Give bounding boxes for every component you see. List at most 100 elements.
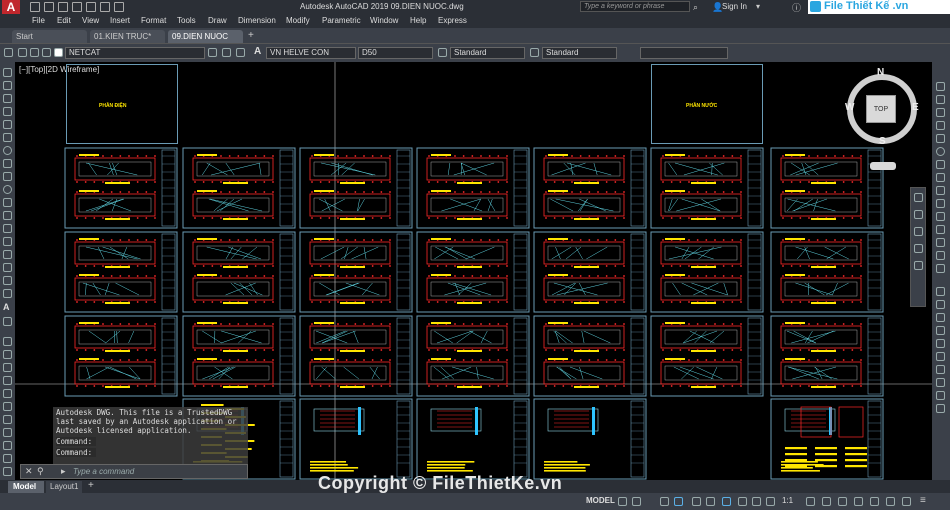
construction-line-icon[interactable] bbox=[3, 81, 12, 90]
mtext-icon[interactable]: A bbox=[3, 302, 10, 312]
wcs-menu[interactable] bbox=[870, 162, 896, 170]
tab-kien-truc[interactable]: 01.KIEN TRUC* bbox=[90, 30, 165, 43]
new-tab-icon[interactable]: + bbox=[248, 30, 254, 41]
table-icon[interactable] bbox=[3, 289, 12, 298]
layer-dropdown[interactable]: NETCAT bbox=[65, 47, 205, 59]
snap-settings-icon[interactable] bbox=[936, 264, 945, 273]
ellipse-icon[interactable] bbox=[3, 185, 12, 194]
dim-linear-icon[interactable] bbox=[936, 287, 945, 296]
spline-icon[interactable] bbox=[3, 172, 12, 181]
snap-extension-icon[interactable] bbox=[936, 134, 945, 143]
offset-icon[interactable] bbox=[3, 376, 12, 385]
arc-icon[interactable] bbox=[3, 133, 12, 142]
annotation-scale[interactable]: 1:1 bbox=[782, 496, 793, 507]
menu-dimension[interactable]: Dimension bbox=[238, 16, 276, 25]
stretch-icon[interactable] bbox=[3, 441, 12, 450]
polygon-icon[interactable] bbox=[3, 107, 12, 116]
zoom-icon[interactable] bbox=[914, 227, 923, 236]
lineweight-icon[interactable] bbox=[738, 497, 747, 506]
polyline-icon[interactable] bbox=[3, 94, 12, 103]
hardware-acceleration-icon[interactable] bbox=[886, 497, 895, 506]
clean-screen-icon[interactable] bbox=[902, 497, 911, 506]
menu-edit[interactable]: Edit bbox=[57, 16, 71, 25]
layer-previous-icon[interactable] bbox=[222, 48, 231, 57]
annotation-monitor-icon[interactable] bbox=[822, 497, 831, 506]
menu-parametric[interactable]: Parametric bbox=[322, 16, 361, 25]
autocad-logo-icon[interactable]: A bbox=[2, 0, 20, 14]
snap-quadrant-icon[interactable] bbox=[936, 160, 945, 169]
make-block-icon[interactable] bbox=[3, 224, 12, 233]
help-icon[interactable]: ⓘ bbox=[792, 1, 801, 14]
plot-icon[interactable] bbox=[86, 2, 96, 12]
snap-insert-icon[interactable] bbox=[936, 212, 945, 221]
redo-icon[interactable] bbox=[114, 2, 124, 12]
search-input[interactable]: Type a keyword or phrase bbox=[580, 1, 690, 12]
sign-in-link[interactable]: Sign In bbox=[722, 2, 747, 11]
ellipse-arc-icon[interactable] bbox=[3, 198, 12, 207]
dim-style-dropdown[interactable]: D50 bbox=[358, 47, 433, 59]
orbit-icon[interactable] bbox=[914, 244, 923, 253]
customize-icon[interactable]: ⚲ bbox=[37, 466, 44, 477]
extend-icon[interactable] bbox=[3, 467, 12, 476]
erase-icon[interactable] bbox=[3, 337, 12, 346]
line-icon[interactable] bbox=[3, 68, 12, 77]
menu-draw[interactable]: Draw bbox=[208, 16, 227, 25]
dim-aligned-icon[interactable] bbox=[936, 300, 945, 309]
snap-intersection-icon[interactable] bbox=[936, 108, 945, 117]
dim-arc-icon[interactable] bbox=[936, 313, 945, 322]
otrack-icon[interactable] bbox=[706, 497, 715, 506]
isodraft-icon[interactable] bbox=[692, 497, 701, 506]
steering-wheel-icon[interactable] bbox=[914, 193, 923, 202]
pan-icon[interactable] bbox=[914, 210, 923, 219]
menu-format[interactable]: Format bbox=[141, 16, 166, 25]
grid-icon[interactable] bbox=[618, 497, 627, 506]
units-icon[interactable] bbox=[838, 497, 847, 506]
annotation-visibility-icon[interactable] bbox=[766, 497, 775, 506]
polar-icon[interactable] bbox=[674, 497, 683, 506]
menu-express[interactable]: Express bbox=[438, 16, 467, 25]
sun-icon[interactable] bbox=[30, 48, 39, 57]
close-icon[interactable]: ✕ bbox=[25, 466, 33, 477]
quick-properties-icon[interactable] bbox=[854, 497, 863, 506]
dim-baseline-icon[interactable] bbox=[936, 378, 945, 387]
snap-none-icon[interactable] bbox=[936, 251, 945, 260]
gradient-icon[interactable] bbox=[3, 263, 12, 272]
new-icon[interactable] bbox=[30, 2, 40, 12]
layer-state-icon[interactable] bbox=[236, 48, 245, 57]
command-input[interactable]: Type a command bbox=[73, 467, 134, 476]
transparency-icon[interactable] bbox=[752, 497, 761, 506]
tab-dien-nuoc[interactable]: 09.DIEN NUOC bbox=[168, 30, 243, 43]
dim-radius-icon[interactable] bbox=[936, 339, 945, 348]
tab-layout1[interactable]: Layout1 bbox=[46, 481, 82, 493]
snap-center-icon[interactable] bbox=[936, 147, 945, 156]
snap-perpendicular-icon[interactable] bbox=[936, 186, 945, 195]
menu-tools[interactable]: Tools bbox=[177, 16, 196, 25]
region-icon[interactable] bbox=[3, 276, 12, 285]
trim-icon[interactable] bbox=[3, 454, 12, 463]
misc-field[interactable] bbox=[640, 47, 728, 59]
undo-icon[interactable] bbox=[100, 2, 110, 12]
hatch-icon[interactable] bbox=[3, 250, 12, 259]
snap-endpoint-icon[interactable] bbox=[936, 82, 945, 91]
snap-apparent-icon[interactable] bbox=[936, 121, 945, 130]
menu-window[interactable]: Window bbox=[370, 16, 398, 25]
rotate-icon[interactable] bbox=[3, 415, 12, 424]
dim-edit-icon[interactable] bbox=[936, 404, 945, 413]
dim-angular-icon[interactable] bbox=[936, 365, 945, 374]
dim-diameter-icon[interactable] bbox=[936, 352, 945, 361]
dim-ordinate-icon[interactable] bbox=[936, 326, 945, 335]
dim-continue-icon[interactable] bbox=[936, 391, 945, 400]
add-selected-icon[interactable] bbox=[3, 317, 12, 326]
snap-mode-icon[interactable] bbox=[632, 497, 641, 506]
menu-help[interactable]: Help bbox=[410, 16, 426, 25]
osnap-icon[interactable] bbox=[722, 497, 731, 506]
menu-insert[interactable]: Insert bbox=[110, 16, 130, 25]
snap-tangent-icon[interactable] bbox=[936, 173, 945, 182]
viewcube-top-face[interactable]: TOP bbox=[866, 95, 896, 123]
layer-manager-icon[interactable] bbox=[4, 48, 13, 57]
scale-icon[interactable] bbox=[3, 428, 12, 437]
insert-block-icon[interactable] bbox=[3, 211, 12, 220]
rectangle-icon[interactable] bbox=[3, 120, 12, 129]
snap-parallel-icon[interactable] bbox=[936, 199, 945, 208]
snap-nearest-icon[interactable] bbox=[936, 238, 945, 247]
